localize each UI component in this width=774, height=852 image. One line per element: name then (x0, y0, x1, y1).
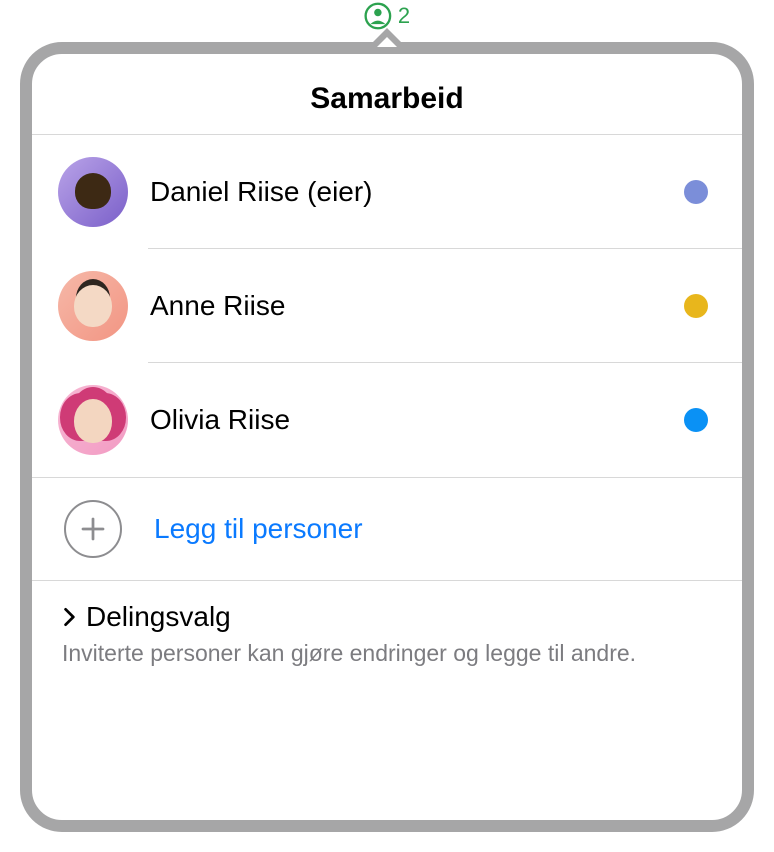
participant-row[interactable]: Daniel Riise (eier) (32, 135, 742, 249)
avatar (58, 385, 128, 455)
collaboration-count: 2 (398, 3, 410, 29)
collaboration-popover: Samarbeid Daniel Riise (eier) Anne Riise (20, 42, 754, 832)
presence-dot (684, 294, 708, 318)
participant-name: Daniel Riise (eier) (150, 176, 684, 208)
participant-row[interactable]: Olivia Riise (32, 363, 742, 477)
avatar (58, 157, 128, 227)
participants-list: Daniel Riise (eier) Anne Riise Olivia Ri… (32, 135, 742, 477)
add-people-label: Legg til personer (154, 513, 363, 545)
share-options-title: Delingsvalg (86, 601, 231, 633)
presence-dot (684, 408, 708, 432)
popover-title: Samarbeid (32, 54, 742, 135)
plus-icon (64, 500, 122, 558)
participant-name: Olivia Riise (150, 404, 684, 436)
presence-dot (684, 180, 708, 204)
participant-name: Anne Riise (150, 290, 684, 322)
share-options-button[interactable]: Delingsvalg Inviterte personer kan gjøre… (32, 581, 742, 693)
share-options-description: Inviterte personer kan gjøre endringer o… (62, 637, 712, 669)
chevron-right-icon (62, 606, 78, 628)
avatar (58, 271, 128, 341)
add-people-button[interactable]: Legg til personer (32, 477, 742, 581)
participant-row[interactable]: Anne Riise (32, 249, 742, 363)
popover-arrow (371, 28, 403, 44)
person-circle-icon (364, 2, 392, 30)
collaboration-indicator[interactable]: 2 (364, 2, 410, 30)
